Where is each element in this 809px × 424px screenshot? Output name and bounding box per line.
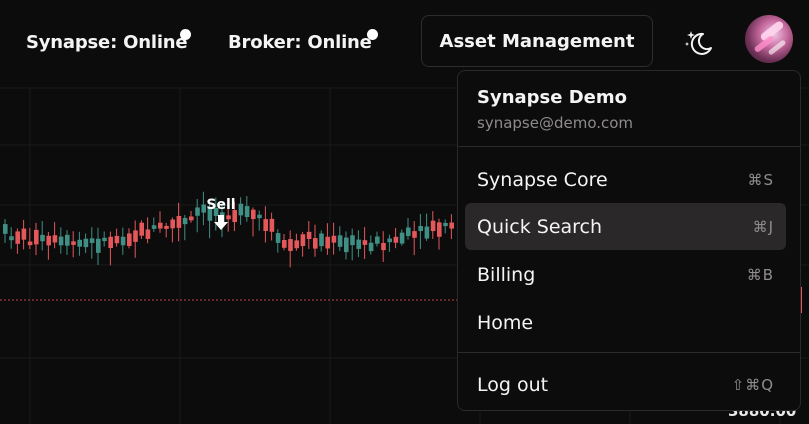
candle-body [288,239,293,251]
candle-body [251,209,256,220]
menu-item-synapse-core[interactable]: Synapse Core ⌘S [465,156,786,203]
moon-stars-icon[interactable] [682,26,716,60]
candle-body [114,235,120,244]
candle-body [65,234,70,246]
candle-body [257,214,262,219]
menu-item-shortcut: ⌘J [752,217,774,236]
candle-body [406,227,411,236]
candle-body [133,230,138,242]
synapse-status-label: Synapse: Online [26,32,188,53]
candle-body [139,222,144,236]
candle-body [120,236,126,246]
user-email: synapse@demo.com [477,114,634,132]
candle-body [27,241,33,246]
user-avatar[interactable] [745,15,793,63]
candle-body [52,235,58,243]
candle-body [96,238,101,253]
candle-body [108,236,113,249]
menu-item-log-out[interactable]: Log out ⇧⌘Q [465,361,786,408]
menu-item-home[interactable]: Home [465,299,786,346]
candle-body [393,236,399,243]
candle-body [275,233,281,243]
candle-body [71,241,76,245]
candle-body [424,226,430,239]
menu-divider [458,352,800,353]
candle-body [176,215,182,228]
candle-body [9,236,14,241]
synapse-status: Synapse: Online [26,29,191,53]
candle-body [449,222,454,229]
menu-item-billing[interactable]: Billing ⌘B [465,251,786,298]
candle-body [151,225,157,229]
candle-body [58,236,64,246]
broker-status-label: Broker: Online [228,32,372,53]
candle-body [350,235,355,246]
candle-body [368,242,374,252]
candle-body [89,238,95,243]
candle-body [306,231,312,240]
sell-marker-label: Sell [206,197,235,213]
candle-body [381,242,386,251]
candle-body [356,239,361,249]
candle-body [313,238,318,249]
candle-body [418,226,423,232]
candle-body [331,235,337,243]
synapse-status-dot-icon [180,29,191,40]
candle-body [189,216,194,221]
candle-body [145,229,151,239]
candle-body [201,204,206,213]
candle-body [294,240,299,249]
candle-body [238,203,244,216]
candle-body [102,237,107,242]
candle-body [226,215,231,220]
broker-status: Broker: Online [228,29,378,53]
broker-status-dot-icon [367,29,378,40]
candle-body [77,239,82,247]
candle-body [300,234,306,247]
candle-body [437,222,442,237]
candle-body [34,229,39,245]
candle-body [3,224,8,234]
candle-body [412,231,417,238]
asset-management-button[interactable]: Asset Management [421,15,653,67]
candle-body [158,222,163,229]
candle-body [362,240,368,245]
candle-body [399,232,405,244]
candle-body [46,235,51,246]
menu-item-label: Home [477,311,534,334]
menu-item-shortcut: ⌘S [747,170,774,189]
candle-body [127,233,132,246]
menu-item-quick-search[interactable]: Quick Search ⌘J [465,203,786,250]
candle-body [83,238,89,248]
candle-body [430,220,436,232]
menu-item-label: Log out [477,373,549,396]
candle-body [170,219,175,229]
candle-body [269,218,275,232]
candle-body [325,236,330,249]
candle-body [337,235,343,247]
menu-item-label: Quick Search [477,215,603,238]
menu-item-shortcut: ⇧⌘Q [731,375,774,394]
candle-body [443,222,448,227]
candle-body [282,239,287,248]
candle-body [195,207,200,216]
candle-body [319,233,324,247]
candle-body [21,228,27,240]
menu-item-label: Billing [477,263,536,286]
menu-divider [458,146,800,147]
menu-item-shortcut: ⌘B [746,265,774,284]
candle-body [15,231,20,244]
candle-body [244,206,250,218]
candle-body [375,236,380,244]
candle-body [344,237,349,253]
candle-body [40,234,45,242]
menu-item-label: Synapse Core [477,168,608,191]
candle-body [263,219,268,231]
candle-body [182,217,188,225]
candle-body [387,238,392,243]
candle-body [164,225,169,229]
user-name: Synapse Demo [477,87,628,108]
user-dropdown-menu: Synapse Demo synapse@demo.com Synapse Co… [457,70,801,411]
